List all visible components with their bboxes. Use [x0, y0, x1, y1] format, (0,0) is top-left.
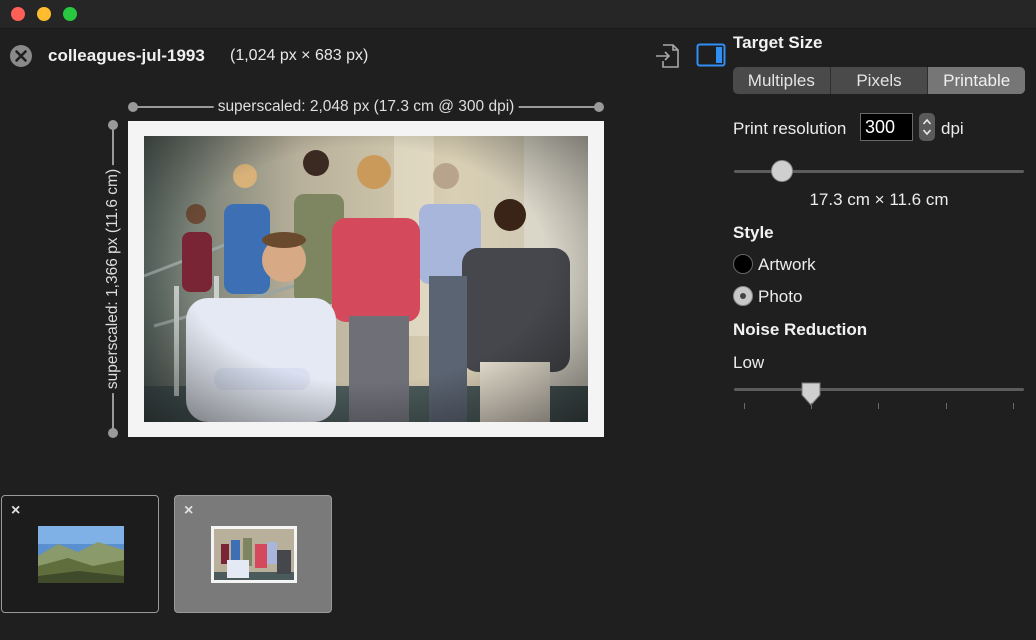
sidebar-toggle-icon	[696, 43, 726, 67]
style-title: Style	[733, 223, 774, 242]
noise-slider-tick	[744, 403, 745, 409]
photo-preview	[144, 136, 588, 422]
height-ruler: superscaled: 1,366 px (11.6 cm)	[104, 120, 122, 438]
remove-thumbnail-icon[interactable]: ×	[11, 502, 20, 520]
export-button[interactable]	[654, 42, 680, 70]
window-titlebar	[0, 0, 1036, 29]
landscape-thumbnail-image	[38, 526, 124, 583]
colleagues-photo-image	[144, 136, 588, 422]
height-ruler-start-handle	[108, 120, 118, 130]
noise-slider-tick	[1013, 403, 1014, 409]
tab-pixels[interactable]: Pixels	[831, 67, 929, 94]
resolution-slider-knob[interactable]	[771, 160, 793, 182]
print-size-readout: 17.3 cm × 11.6 cm	[809, 190, 949, 209]
noise-slider-track[interactable]	[734, 388, 1024, 391]
target-size-segmented-control: Multiples Pixels Printable	[733, 67, 1025, 94]
height-ruler-end-handle	[108, 428, 118, 438]
tab-printable[interactable]: Printable	[928, 67, 1025, 94]
height-ruler-label: superscaled: 1,366 px (11.6 cm)	[104, 164, 122, 394]
style-photo-radio[interactable]	[733, 286, 753, 306]
sidebar-toggle-button[interactable]	[696, 43, 726, 67]
zoom-window-button[interactable]	[63, 7, 77, 21]
close-document-button[interactable]	[9, 44, 33, 68]
colleagues-thumbnail-image	[211, 526, 297, 583]
close-window-button[interactable]	[11, 7, 25, 21]
width-ruler-start-handle	[128, 102, 138, 112]
style-photo-label[interactable]: Photo	[758, 287, 802, 307]
thumbnail-landscape[interactable]: ×	[1, 495, 159, 613]
noise-slider-tick	[878, 403, 879, 409]
close-circle-icon	[10, 45, 32, 67]
width-ruler-label: superscaled: 2,048 px (17.3 cm @ 300 dpi…	[213, 98, 519, 116]
dpi-unit-label: dpi	[941, 119, 964, 138]
noise-slider-tick	[946, 403, 947, 409]
minimize-window-button[interactable]	[37, 7, 51, 21]
style-artwork-label[interactable]: Artwork	[758, 255, 816, 275]
document-title: colleagues-jul-1993	[48, 46, 205, 65]
width-ruler: superscaled: 2,048 px (17.3 cm @ 300 dpi…	[128, 98, 604, 116]
style-artwork-radio[interactable]	[733, 254, 753, 274]
print-resolution-label: Print resolution	[733, 119, 847, 138]
print-resolution-input[interactable]	[860, 113, 913, 141]
thumbnail-colleagues[interactable]: ×	[174, 495, 332, 613]
remove-thumbnail-icon[interactable]: ×	[184, 502, 193, 520]
noise-slider-tick	[811, 403, 812, 409]
noise-reduction-title: Noise Reduction	[733, 320, 868, 339]
document-dimensions: (1,024 px × 683 px)	[230, 47, 369, 64]
export-icon	[656, 44, 679, 68]
photo-preview-frame	[128, 121, 604, 437]
width-ruler-end-handle	[594, 102, 604, 112]
noise-reduction-value: Low	[733, 353, 765, 372]
stepper-arrows-icon	[922, 118, 932, 136]
tab-multiples[interactable]: Multiples	[733, 67, 831, 94]
print-resolution-stepper[interactable]	[919, 113, 935, 141]
target-size-title: Target Size	[733, 33, 823, 52]
